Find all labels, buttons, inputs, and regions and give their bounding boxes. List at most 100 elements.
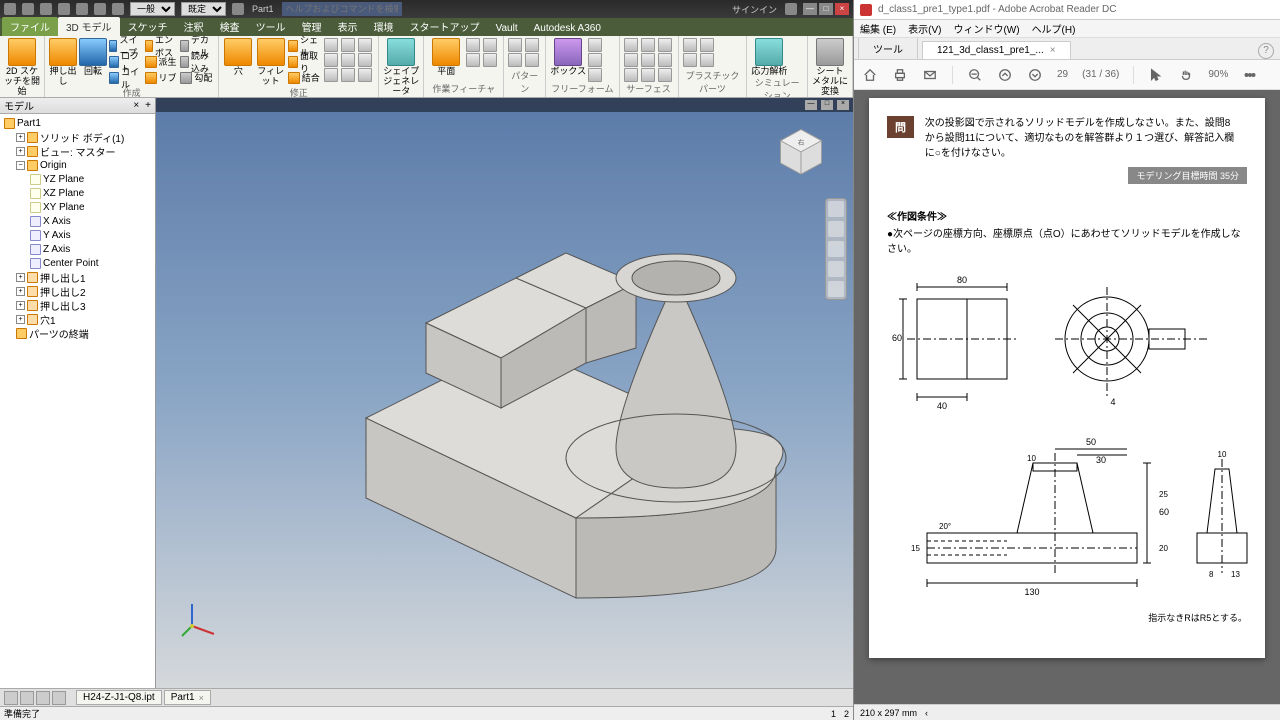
plane-button[interactable]: 平面 xyxy=(428,38,464,76)
tree-feature-2[interactable]: +押し出し2 xyxy=(2,284,153,298)
mirror-icon[interactable] xyxy=(508,53,522,67)
tab-sketch[interactable]: スケッチ xyxy=(120,17,176,36)
help-search[interactable] xyxy=(282,2,402,16)
move-icon[interactable] xyxy=(324,53,338,67)
combine-button[interactable]: 結合 xyxy=(288,70,322,85)
fillet-button[interactable]: フィレット xyxy=(256,38,286,86)
tab-document[interactable]: 121_3d_class1_pre1_...× xyxy=(922,41,1071,59)
zoom-out-icon[interactable] xyxy=(967,67,983,83)
direct-icon[interactable] xyxy=(358,38,372,52)
s8-icon[interactable] xyxy=(641,68,655,82)
tree-xz-plane[interactable]: XZ Plane xyxy=(2,186,153,200)
layout4-icon[interactable] xyxy=(52,691,66,705)
tree-view[interactable]: +ビュー: マスター xyxy=(2,144,153,158)
undo-icon[interactable] xyxy=(76,3,88,15)
rib-button[interactable]: リブ xyxy=(145,70,179,85)
material-select-2[interactable]: 既定 xyxy=(181,2,226,16)
close-tab-icon[interactable]: × xyxy=(1050,45,1056,56)
more-icon[interactable] xyxy=(1242,67,1258,83)
s2-icon[interactable] xyxy=(641,38,655,52)
tab-tools[interactable]: ツール xyxy=(248,17,294,36)
box-button[interactable]: ボックス xyxy=(550,38,586,76)
ff1-icon[interactable] xyxy=(588,38,602,52)
print-icon[interactable] xyxy=(892,67,908,83)
save-icon[interactable] xyxy=(58,3,70,15)
tree-feature-1[interactable]: +押し出し1 xyxy=(2,270,153,284)
unwrap-button[interactable]: 勾配 xyxy=(180,70,214,85)
grounded-icon[interactable] xyxy=(483,53,497,67)
tree-z-axis[interactable]: Z Axis xyxy=(2,242,153,256)
thicken-icon[interactable] xyxy=(324,38,338,52)
home-icon[interactable] xyxy=(112,3,124,15)
acrobat-document-area[interactable]: 問 次の投影図で示されるソリッドモデルを作成しなさい。また、設問8から設問11に… xyxy=(854,90,1280,704)
menu-window[interactable]: ウィンドウ(W) xyxy=(953,21,1019,36)
point-icon[interactable] xyxy=(483,38,497,52)
expand-icon[interactable]: + xyxy=(16,133,25,142)
tab-env[interactable]: 環境 xyxy=(366,17,402,36)
s4-icon[interactable] xyxy=(624,53,638,67)
circ-pattern-icon[interactable] xyxy=(525,38,539,52)
tree-y-axis[interactable]: Y Axis xyxy=(2,228,153,242)
hole-button[interactable]: 穴 xyxy=(223,38,253,76)
sheetmetal-button[interactable]: シート メタルに変換 xyxy=(812,38,848,96)
maximize-button[interactable]: □ xyxy=(819,3,833,15)
layout1-icon[interactable] xyxy=(4,691,18,705)
new-icon[interactable] xyxy=(22,3,34,15)
s5-icon[interactable] xyxy=(641,53,655,67)
split-icon[interactable] xyxy=(341,38,355,52)
tab-inspect[interactable]: 検査 xyxy=(212,17,248,36)
tab-annotate[interactable]: 注釈 xyxy=(176,17,212,36)
page-up-icon[interactable] xyxy=(997,67,1013,83)
ucs-icon[interactable] xyxy=(466,53,480,67)
shape-generator-button[interactable]: シェイプ ジェネレータ xyxy=(383,38,419,96)
s9-icon[interactable] xyxy=(658,68,672,82)
ff2-icon[interactable] xyxy=(588,53,602,67)
layout3-icon[interactable] xyxy=(36,691,50,705)
tree-origin[interactable]: −Origin xyxy=(2,158,153,172)
extend-icon[interactable] xyxy=(358,68,372,82)
derive-button[interactable]: 派生 xyxy=(145,54,179,69)
orbit-icon[interactable] xyxy=(828,261,844,277)
copy-icon[interactable] xyxy=(341,53,355,67)
menu-edit[interactable]: 編集 (E) xyxy=(860,21,896,36)
tree-solid[interactable]: +ソリッド ボディ(1) xyxy=(2,130,153,144)
expand-icon[interactable]: + xyxy=(16,147,25,156)
browser-add-icon[interactable]: + xyxy=(145,100,151,111)
help-icon[interactable]: ? xyxy=(1258,43,1274,59)
expand-icon[interactable]: + xyxy=(16,301,25,310)
s3-icon[interactable] xyxy=(658,38,672,52)
tab-tools[interactable]: ツール xyxy=(858,38,918,59)
tab-vault[interactable]: Vault xyxy=(488,21,526,36)
tab-view[interactable]: 表示 xyxy=(330,17,366,36)
emboss-button[interactable]: エンボス xyxy=(145,38,179,53)
menu-view[interactable]: 表示(V) xyxy=(908,21,941,36)
trim-icon[interactable] xyxy=(341,68,355,82)
vp-min-icon[interactable]: — xyxy=(805,100,817,110)
home-icon[interactable] xyxy=(862,67,878,83)
vp-close-icon[interactable]: × xyxy=(837,100,849,110)
tree-feature-3[interactable]: +押し出し3 xyxy=(2,298,153,312)
tree-x-axis[interactable]: X Axis xyxy=(2,214,153,228)
tree-root[interactable]: Part1 xyxy=(2,116,153,130)
close-tab-icon[interactable]: × xyxy=(199,693,204,703)
p2-icon[interactable] xyxy=(700,38,714,52)
import-button[interactable]: 読み込み xyxy=(180,54,214,69)
minimize-button[interactable]: — xyxy=(803,3,817,15)
material-select-1[interactable]: 一般 xyxy=(130,2,175,16)
s7-icon[interactable] xyxy=(624,68,638,82)
select-icon[interactable] xyxy=(1148,67,1164,83)
email-icon[interactable] xyxy=(922,67,938,83)
draft-button[interactable]: 面取り xyxy=(288,54,322,69)
file-tab[interactable]: ファイル xyxy=(2,17,58,36)
zoom-level[interactable]: 90% xyxy=(1208,69,1228,80)
menu-help[interactable]: ヘルプ(H) xyxy=(1032,21,1076,36)
pan-icon[interactable] xyxy=(828,221,844,237)
tree-feature-4[interactable]: +穴1 xyxy=(2,312,153,326)
3d-viewport[interactable]: — □ × 右 xyxy=(156,98,853,688)
appearance-icon[interactable] xyxy=(232,3,244,15)
tree-center-point[interactable]: Center Point xyxy=(2,256,153,270)
zoom-icon[interactable] xyxy=(828,241,844,257)
fullnav-icon[interactable] xyxy=(828,201,844,217)
cart-icon[interactable] xyxy=(785,3,797,15)
tab-manage[interactable]: 管理 xyxy=(294,17,330,36)
